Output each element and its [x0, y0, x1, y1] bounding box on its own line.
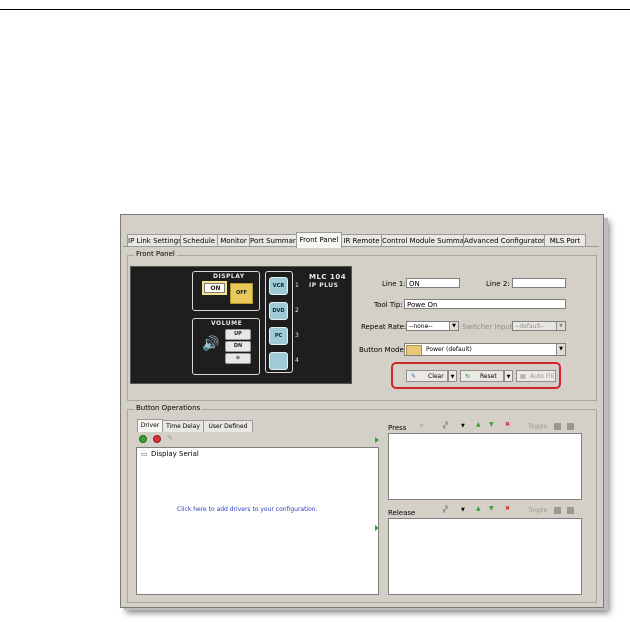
highlight-box — [391, 362, 561, 389]
subtab-time-delay[interactable]: Time Delay — [162, 420, 204, 432]
tooltip-label: Tool Tip: — [374, 301, 403, 309]
chevron-down-icon: ▼ — [556, 322, 565, 330]
tab-strip-border — [123, 246, 599, 247]
press-delete-icon[interactable]: ✖ — [505, 421, 510, 428]
input-number-2: 2 — [295, 307, 299, 314]
press-toggle-icon-2[interactable] — [567, 423, 574, 430]
switcher-input-label: Switcher Input: — [462, 323, 516, 331]
switcher-input-value: --default-- — [515, 323, 545, 330]
tooltip-input[interactable]: Powe On — [404, 299, 566, 309]
volume-down-button[interactable]: DN — [225, 341, 251, 352]
front-panel-legend: Front Panel — [134, 250, 177, 258]
driver-tree-pane[interactable]: ▭ Display Serial Click here to add drive… — [136, 447, 379, 595]
input-button-4[interactable] — [269, 352, 288, 370]
on-button[interactable]: ON — [202, 281, 227, 295]
release-toggle-icon-2[interactable] — [567, 507, 574, 514]
press-toggle-label: Toggle — [528, 423, 548, 430]
input-button-2[interactable]: DVD — [269, 302, 288, 320]
device-front-panel: DISPLAY ON OFF VOLUME 🔊 UP DN ⊘ VCR DVD … — [130, 266, 352, 384]
press-move-up-icon[interactable]: ▲ — [476, 421, 481, 428]
line2-label: Line 2: — [486, 280, 510, 288]
release-toggle-label: Toggle — [528, 507, 548, 514]
chevron-down-icon: ▼ — [449, 322, 458, 330]
repeat-rate-select[interactable]: --none-- ▼ — [406, 321, 459, 331]
input-button-3[interactable]: PC — [269, 327, 288, 345]
repeat-rate-label: Repeat Rate: — [361, 323, 407, 331]
press-move-down-icon[interactable]: ▼ — [489, 421, 494, 428]
chevron-down-icon[interactable]: ▼ — [461, 423, 465, 429]
button-operations-legend: Button Operations — [134, 404, 203, 412]
volume-up-button[interactable]: UP — [225, 329, 251, 340]
device-model-line1: MLC 104 — [309, 273, 347, 281]
button-modes-value: Power (default) — [426, 346, 472, 353]
press-macro-icon[interactable]: ▞ — [443, 422, 448, 429]
chevron-down-icon: ▼ — [556, 344, 565, 355]
volume-group-label: VOLUME — [211, 320, 243, 327]
device-model-line2: IP PLUS — [309, 282, 339, 289]
input-number-1: 1 — [295, 282, 299, 289]
add-drivers-link[interactable]: Click here to add drivers to your config… — [177, 506, 317, 513]
press-toggle-icon-1[interactable] — [554, 423, 561, 430]
release-delete-icon[interactable]: ✖ — [505, 505, 510, 512]
release-macro-icon[interactable]: ▞ — [443, 506, 448, 513]
speaker-icon: 🔊 — [202, 336, 220, 352]
release-move-down-icon[interactable]: ▼ — [489, 505, 494, 512]
release-command-list[interactable] — [388, 518, 582, 595]
press-command-list[interactable] — [388, 433, 582, 500]
edit-driver-icon[interactable]: ✎ — [167, 434, 173, 442]
mute-icon: ⊘ — [235, 355, 241, 361]
add-driver-icon[interactable] — [139, 435, 147, 443]
release-label: Release — [388, 509, 416, 517]
line1-label: Line 1: — [382, 280, 406, 288]
mute-button[interactable]: ⊘ — [225, 353, 251, 364]
display-group-label: DISPLAY — [213, 273, 245, 280]
input-number-4: 4 — [295, 357, 299, 364]
button-modes-select[interactable]: Power (default) ▼ — [404, 343, 566, 356]
loop-icon[interactable]: ∞ — [419, 422, 424, 429]
display-serial-icon: ▭ — [141, 450, 148, 458]
press-label: Press — [388, 424, 407, 432]
tab-front-panel[interactable]: Front Panel — [296, 232, 342, 248]
subtab-user-defined[interactable]: User Defined — [203, 420, 253, 432]
release-move-up-icon[interactable]: ▲ — [476, 505, 481, 512]
release-toggle-icon-1[interactable] — [554, 507, 561, 514]
line1-input[interactable]: ON — [406, 278, 460, 288]
page-top-rule — [0, 9, 630, 10]
tree-root-display-serial[interactable]: Display Serial — [151, 450, 199, 458]
switcher-input-select: --default-- ▼ — [512, 321, 566, 331]
configuration-window: IP Link Settings Schedule Monitor Port S… — [120, 214, 604, 608]
button-modes-label: Button Modes: — [359, 346, 410, 354]
remove-driver-icon[interactable] — [153, 435, 161, 443]
off-button[interactable]: OFF — [230, 283, 253, 304]
line2-input[interactable] — [512, 278, 566, 288]
repeat-rate-value: --none-- — [409, 323, 433, 330]
input-button-1[interactable]: VCR — [269, 277, 288, 295]
press-add-arrow-icon[interactable] — [375, 437, 379, 443]
release-add-arrow-icon[interactable] — [375, 525, 379, 531]
chevron-down-icon[interactable]: ▼ — [461, 507, 465, 513]
input-number-3: 3 — [295, 332, 299, 339]
subtab-driver[interactable]: Driver — [137, 419, 163, 432]
button-mode-color-swatch — [406, 345, 422, 355]
